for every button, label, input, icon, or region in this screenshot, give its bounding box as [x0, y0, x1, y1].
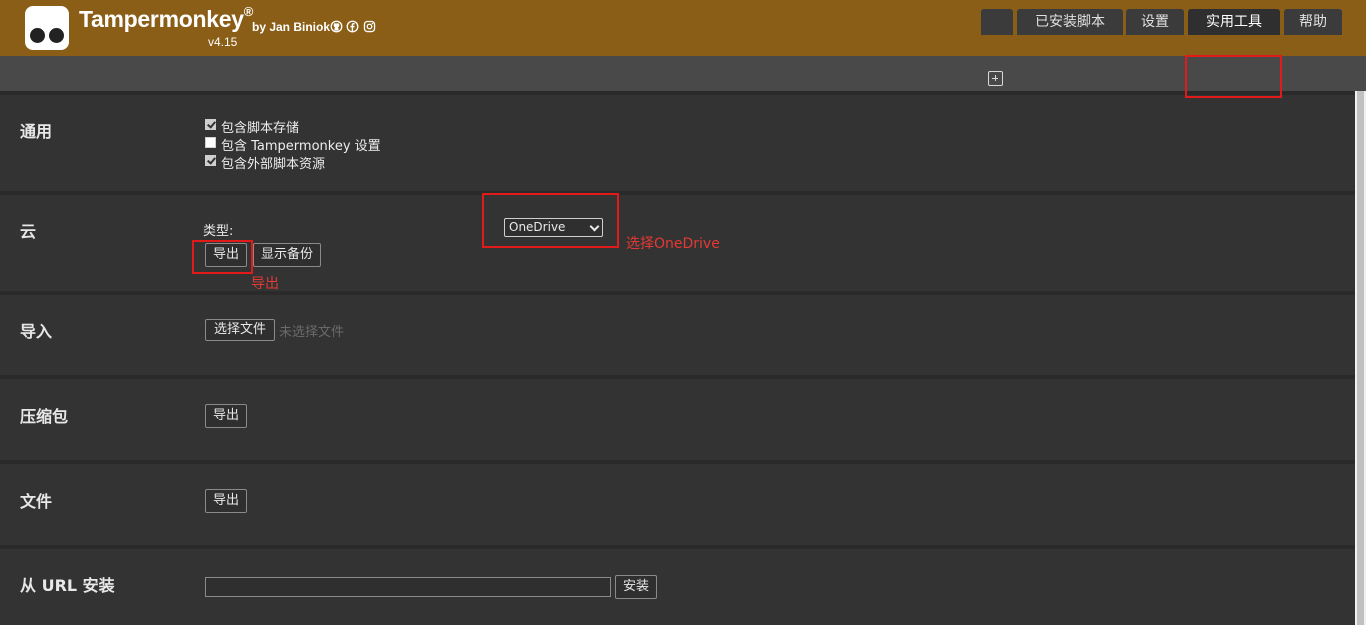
annotation-export-note: 导出	[251, 276, 279, 292]
import-section-title: 导入	[20, 322, 53, 341]
option-label: 包含脚本存储	[221, 121, 300, 136]
github-icon[interactable]	[330, 20, 343, 33]
section-divider	[0, 545, 1355, 549]
author-link[interactable]: by Jan Biniok	[252, 20, 330, 34]
app-title: Tampermonkey®	[79, 4, 254, 33]
file-section-title: 文件	[20, 492, 53, 511]
install-button[interactable]: 安装	[615, 575, 657, 599]
logo-eye-left	[30, 28, 45, 43]
tab-utilities[interactable]: 实用工具	[1188, 9, 1280, 35]
choose-file-button[interactable]: 选择文件	[205, 319, 275, 341]
section-divider	[0, 91, 1355, 95]
cloud-type-label: 类型:	[203, 224, 234, 239]
file-export-button[interactable]: 导出	[205, 489, 247, 513]
zip-section-title: 压缩包	[20, 407, 69, 426]
general-section-title: 通用	[20, 122, 53, 141]
zip-export-button[interactable]: 导出	[205, 404, 247, 428]
annotation-select-note: 选择OneDrive	[626, 236, 720, 252]
scrollbar-thumb[interactable]	[1357, 91, 1364, 625]
tab-settings[interactable]: 设置	[1126, 9, 1184, 35]
tab-help[interactable]: 帮助	[1284, 9, 1342, 35]
plus-square-icon[interactable]	[988, 71, 1003, 86]
cloud-section-title: 云	[20, 222, 37, 241]
no-file-chosen-text: 未选择文件	[279, 325, 345, 340]
registered-mark: ®	[243, 4, 254, 20]
section-divider	[0, 291, 1355, 295]
checkbox-include-resources[interactable]	[205, 155, 216, 166]
section-divider	[0, 460, 1355, 464]
app-version: v4.15	[208, 35, 238, 49]
checkbox-include-settings[interactable]	[205, 137, 216, 148]
section-divider	[0, 375, 1355, 379]
annotation-box-utilities-tab	[1185, 55, 1282, 98]
annotation-box-cloud-select	[482, 193, 619, 248]
url-input[interactable]	[205, 577, 611, 597]
checkbox-include-storage[interactable]	[205, 119, 216, 130]
instagram-icon[interactable]	[363, 20, 376, 33]
option-label: 包含 Tampermonkey 设置	[221, 139, 381, 154]
facebook-icon[interactable]	[346, 20, 359, 33]
annotation-box-export-button	[192, 240, 253, 274]
tampermonkey-logo-icon	[25, 6, 69, 50]
show-backup-button[interactable]: 显示备份	[253, 243, 321, 267]
tab-bar	[0, 56, 1366, 91]
logo-eye-right	[49, 28, 64, 43]
tab-add-script[interactable]	[981, 9, 1013, 35]
section-divider	[0, 191, 1355, 195]
app-name: Tampermonkey	[79, 6, 244, 32]
tab-installed-scripts[interactable]: 已安装脚本	[1017, 9, 1123, 35]
option-label: 包含外部脚本资源	[221, 157, 326, 172]
url-install-section-title: 从 URL 安装	[20, 576, 115, 595]
